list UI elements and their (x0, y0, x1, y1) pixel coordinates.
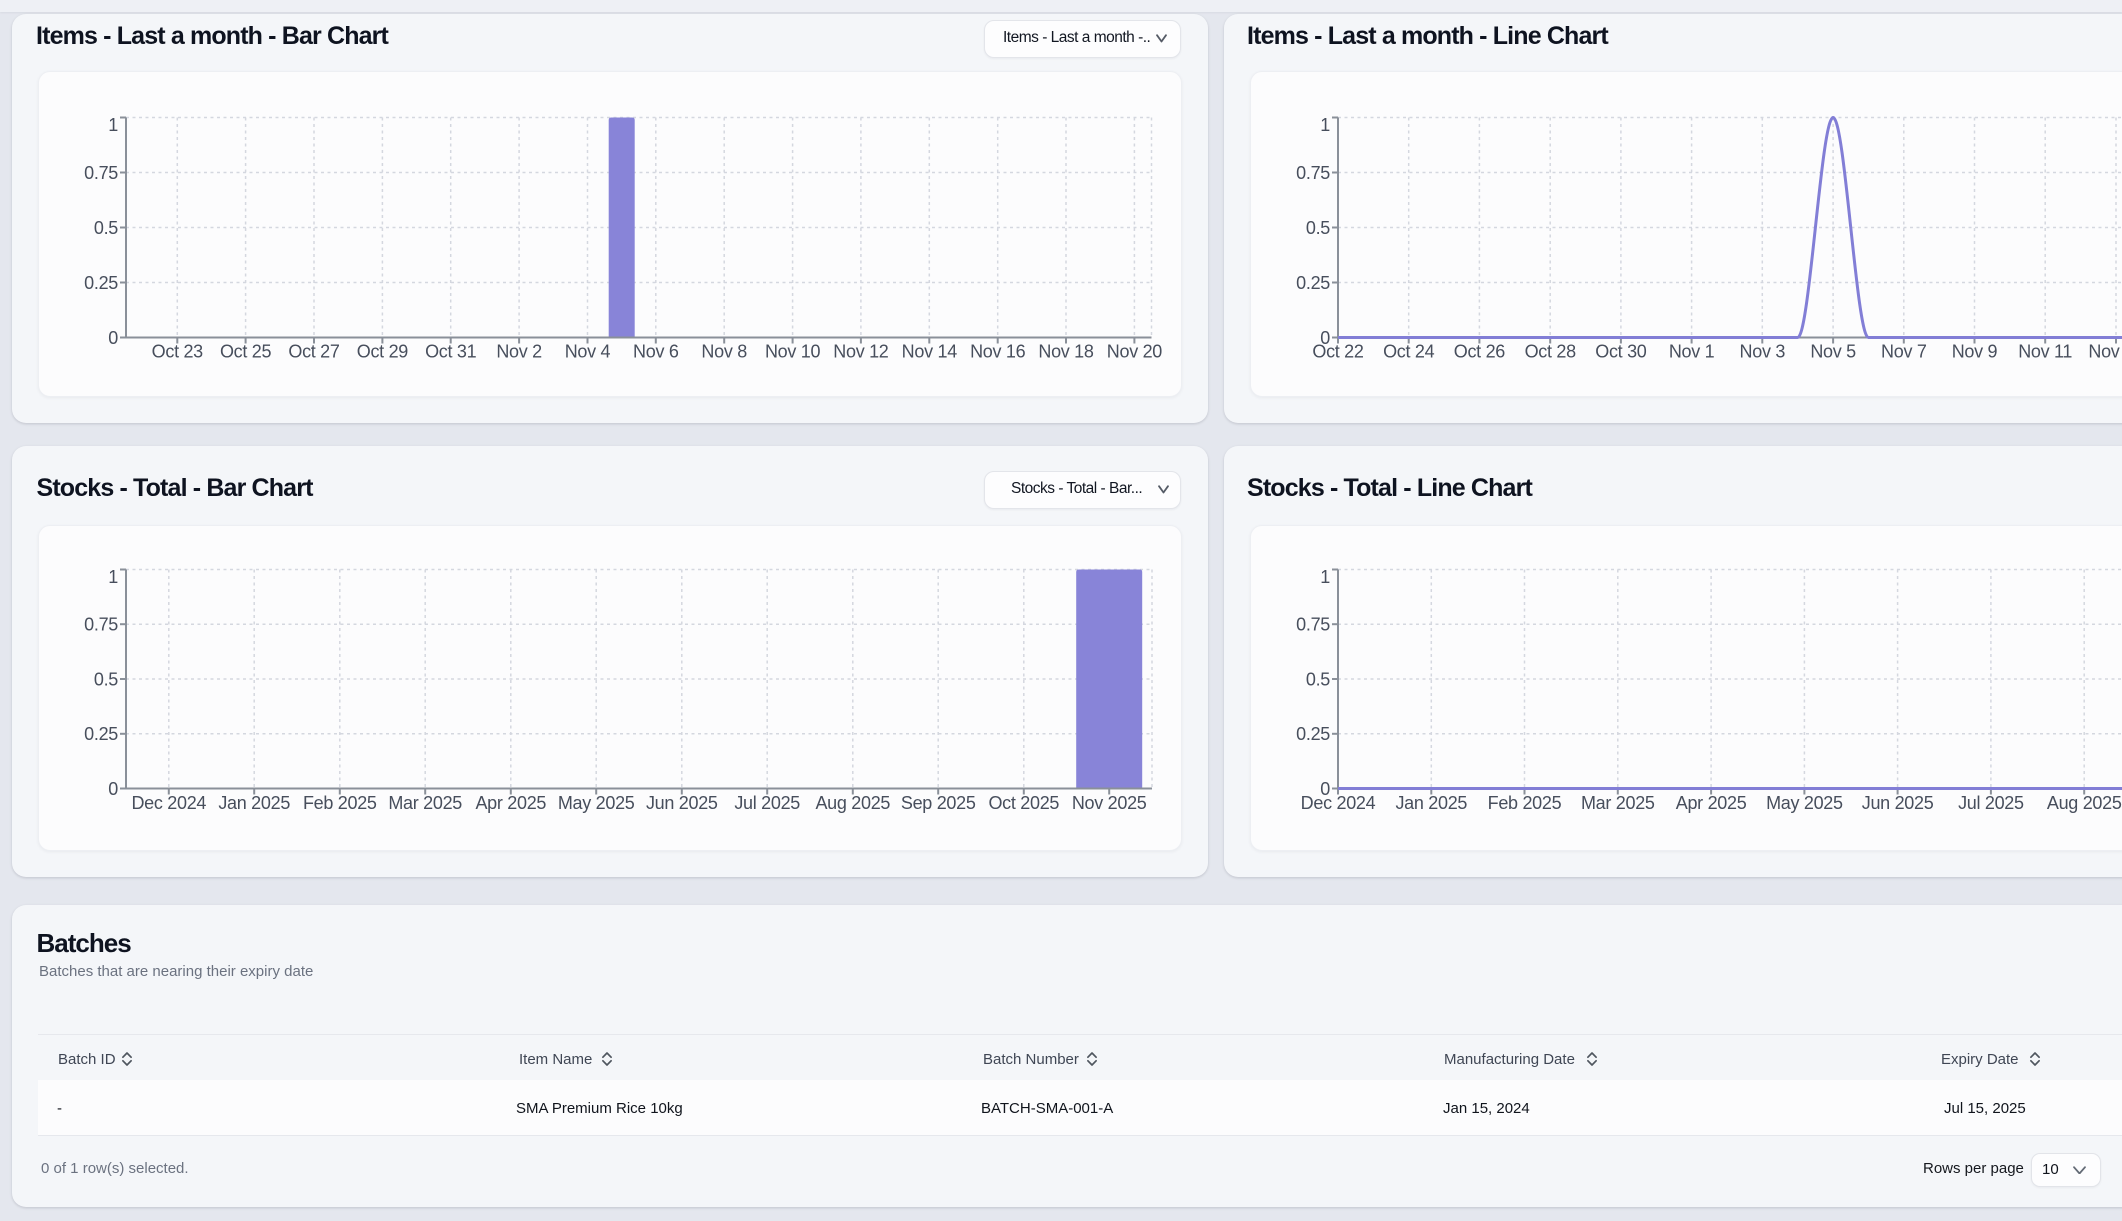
svg-text:Oct 27: Oct 27 (288, 342, 340, 362)
svg-text:0.25: 0.25 (1296, 724, 1330, 744)
svg-text:Oct 24: Oct 24 (1383, 342, 1435, 362)
svg-text:Apr 2025: Apr 2025 (1676, 793, 1747, 813)
svg-text:Oct 22: Oct 22 (1312, 342, 1364, 362)
svg-text:Nov 9: Nov 9 (1952, 342, 1998, 362)
svg-text:Jan 2025: Jan 2025 (218, 793, 290, 813)
svg-text:0.5: 0.5 (1306, 218, 1330, 238)
svg-text:0.75: 0.75 (1296, 615, 1330, 635)
svg-text:Oct 2025: Oct 2025 (988, 793, 1059, 813)
svg-text:Nov 3: Nov 3 (1740, 342, 1786, 362)
svg-text:Nov 16: Nov 16 (970, 342, 1026, 362)
svg-text:Nov 1: Nov 1 (1669, 342, 1715, 362)
svg-text:Mar 2025: Mar 2025 (388, 793, 462, 813)
svg-text:Oct 29: Oct 29 (357, 342, 409, 362)
svg-text:Apr 2025: Apr 2025 (475, 793, 546, 813)
svg-text:Oct 26: Oct 26 (1454, 342, 1506, 362)
svg-text:Oct 23: Oct 23 (152, 342, 204, 362)
svg-text:Jun 2025: Jun 2025 (1862, 793, 1934, 813)
svg-text:Nov 14: Nov 14 (902, 342, 958, 362)
svg-text:0.25: 0.25 (84, 724, 118, 744)
svg-text:0.25: 0.25 (1296, 273, 1330, 293)
svg-text:Oct 25: Oct 25 (220, 342, 272, 362)
svg-text:Mar 2025: Mar 2025 (1581, 793, 1655, 813)
svg-text:Nov 2: Nov 2 (496, 342, 542, 362)
svg-text:1: 1 (1320, 567, 1330, 587)
svg-text:Nov 20: Nov 20 (1107, 342, 1163, 362)
svg-text:1: 1 (108, 567, 118, 587)
svg-text:0.75: 0.75 (1296, 163, 1330, 183)
svg-text:Aug 2025: Aug 2025 (2047, 793, 2122, 813)
svg-text:0: 0 (108, 779, 118, 799)
svg-text:Oct 31: Oct 31 (425, 342, 477, 362)
svg-text:1: 1 (1320, 115, 1330, 135)
svg-text:Jun 2025: Jun 2025 (646, 793, 718, 813)
svg-text:Nov 13: Nov 13 (2088, 342, 2122, 362)
svg-text:0: 0 (108, 328, 118, 348)
svg-text:Nov 11: Nov 11 (2018, 342, 2072, 362)
svg-text:Dec 2024: Dec 2024 (131, 793, 206, 813)
svg-text:0.75: 0.75 (84, 615, 118, 635)
svg-text:0.25: 0.25 (84, 273, 118, 293)
svg-text:Jan 2025: Jan 2025 (1395, 793, 1467, 813)
svg-text:May 2025: May 2025 (558, 793, 635, 813)
svg-text:Aug 2025: Aug 2025 (815, 793, 890, 813)
svg-text:Nov 5: Nov 5 (1810, 342, 1856, 362)
svg-text:Sep 2025: Sep 2025 (901, 793, 976, 813)
svg-text:Nov 2025: Nov 2025 (1072, 793, 1147, 813)
svg-text:Dec 2024: Dec 2024 (1301, 793, 1376, 813)
svg-text:Jul 2025: Jul 2025 (1958, 793, 2024, 813)
svg-text:0.5: 0.5 (94, 218, 118, 238)
svg-text:Nov 18: Nov 18 (1038, 342, 1094, 362)
svg-text:Nov 12: Nov 12 (833, 342, 889, 362)
svg-text:Feb 2025: Feb 2025 (303, 793, 377, 813)
svg-text:Nov 6: Nov 6 (633, 342, 679, 362)
svg-text:Nov 7: Nov 7 (1881, 342, 1927, 362)
svg-text:Nov 4: Nov 4 (565, 342, 611, 362)
svg-text:0.75: 0.75 (84, 163, 118, 183)
svg-text:Oct 30: Oct 30 (1595, 342, 1647, 362)
svg-text:1: 1 (108, 115, 118, 135)
svg-text:Nov 10: Nov 10 (765, 342, 821, 362)
svg-text:Nov 8: Nov 8 (701, 342, 747, 362)
svg-text:Jul 2025: Jul 2025 (734, 793, 800, 813)
svg-text:May 2025: May 2025 (1766, 793, 1843, 813)
svg-text:0.5: 0.5 (1306, 669, 1330, 689)
svg-text:Feb 2025: Feb 2025 (1488, 793, 1562, 813)
svg-text:0.5: 0.5 (94, 669, 118, 689)
svg-text:Oct 28: Oct 28 (1525, 342, 1577, 362)
